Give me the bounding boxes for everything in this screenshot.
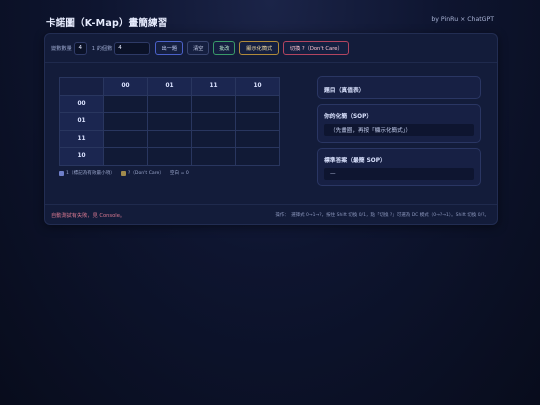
kmap-cell[interactable] [147, 129, 192, 148]
main-panel: 變數數量 4 1 的個數 4 出一題 清空 批改 顯示化簡式 切換 ?（Don'… [44, 33, 498, 225]
legend-empty-label: 空白 = 0 [169, 171, 189, 176]
one-swatch-icon [59, 170, 64, 176]
kmap-cell[interactable] [191, 94, 236, 113]
kmap-corner [59, 77, 104, 96]
kmap-cell[interactable] [103, 94, 148, 113]
kmap-row-header: 01 [59, 112, 104, 131]
question-card: 題目（真值表） [317, 76, 481, 99]
kmap-col-header: 11 [191, 77, 236, 96]
toggle-dont-care-button[interactable]: 切換 ?（Don't Care） [283, 41, 350, 55]
ones-count-input[interactable]: 4 [114, 41, 151, 55]
kmap-col-header: 01 [147, 77, 192, 96]
legend-one-label: 1（標記為有效最小項） [66, 171, 115, 176]
var-count-select[interactable]: 4 [73, 41, 87, 55]
answer-title: 標準答案（最簡 SOP） [324, 158, 386, 164]
answer-output: — [324, 168, 474, 180]
kmap-cell[interactable] [147, 147, 192, 166]
clear-button[interactable]: 清空 [187, 41, 210, 55]
byline: by PinRu × ChatGPT [431, 16, 494, 23]
kmap-cell[interactable] [191, 147, 236, 166]
footer-divider [45, 204, 497, 205]
kmap-cell[interactable] [103, 129, 148, 148]
check-button[interactable]: 批改 [213, 41, 236, 55]
kmap-cell[interactable] [103, 147, 148, 166]
your-sop-title: 你的化簡（SOP） [324, 114, 373, 120]
kmap-row-header: 11 [59, 129, 104, 148]
dont-care-swatch-icon [120, 170, 126, 176]
help-text: 操作： 選擇式 0→1→?，按住 Shift 切換 0/1，點「切換 ?」可選為… [275, 213, 489, 218]
kmap-cell[interactable] [147, 112, 192, 131]
kmap-cell[interactable] [191, 112, 236, 131]
kmap-cell[interactable] [235, 129, 280, 148]
ones-count-label: 1 的個數 [91, 45, 113, 52]
kmap-cell[interactable] [235, 147, 280, 166]
legend: 1（標記為有效最小項） ?（Don't Care） 空白 = 0 [59, 170, 189, 176]
kmap-cell[interactable] [191, 129, 236, 148]
app-header: 卡諾圖（K-Map）畫簡練習 by PinRu × ChatGPT [46, 15, 494, 31]
var-count-label: 變數數量 [51, 45, 72, 52]
kmap-cell[interactable] [103, 112, 148, 131]
toolbar-divider [45, 62, 497, 63]
kmap-cell[interactable] [147, 94, 192, 113]
kmap-cell[interactable] [235, 94, 280, 113]
your-sop-card: 你的化簡（SOP） （先畫圈，再按「顯示化簡式」） [317, 104, 481, 143]
answer-card: 標準答案（最簡 SOP） — [317, 148, 481, 186]
kmap-col-header: 00 [103, 77, 148, 96]
kmap-col-header: 10 [235, 77, 280, 96]
kmap-grid: 00 01 11 10 00 01 11 10 [59, 77, 280, 166]
page-title: 卡諾圖（K-Map）畫簡練習 [46, 18, 168, 29]
new-question-button[interactable]: 出一題 [155, 41, 184, 55]
test-status-message: 自動測試有失敗，見 Console。 [51, 213, 126, 219]
kmap-row-header: 00 [59, 94, 104, 113]
toolbar: 變數數量 4 1 的個數 4 出一題 清空 批改 顯示化簡式 切換 ?（Don'… [51, 41, 350, 55]
legend-dc-label: ?（Don't Care） [127, 171, 164, 176]
kmap-row-header: 10 [59, 147, 104, 166]
kmap-cell[interactable] [235, 112, 280, 131]
your-sop-output: （先畫圈，再按「顯示化簡式」） [324, 124, 474, 136]
show-sop-button[interactable]: 顯示化簡式 [239, 41, 280, 55]
question-title: 題目（真值表） [324, 88, 365, 94]
